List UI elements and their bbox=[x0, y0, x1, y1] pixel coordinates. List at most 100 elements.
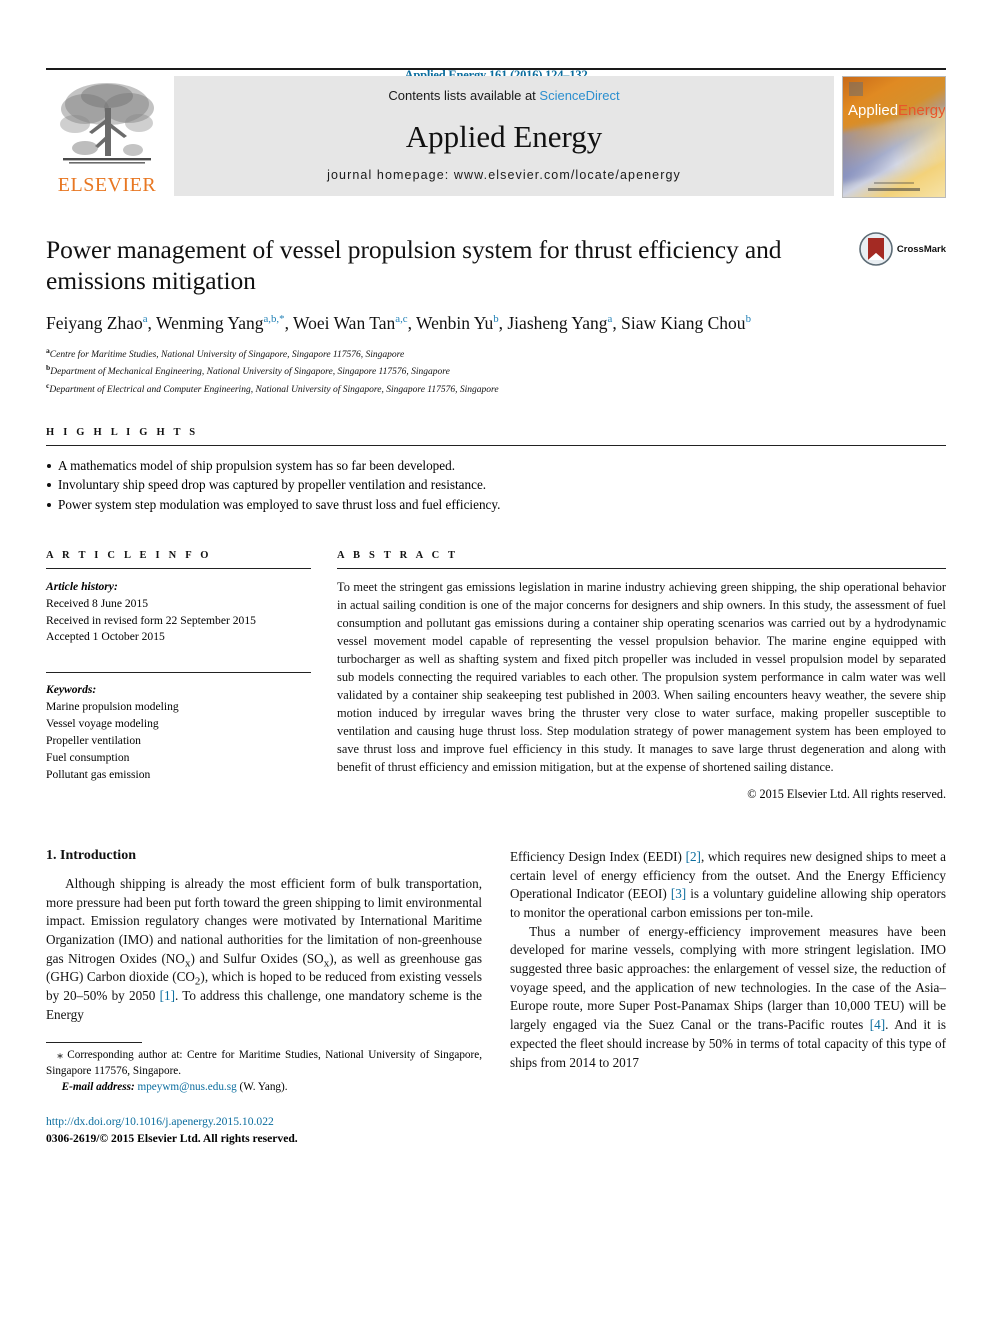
title-block: Power management of vessel propulsion sy… bbox=[46, 196, 946, 397]
keywords-block: Keywords: Marine propulsion modeling Ves… bbox=[46, 681, 311, 783]
footnote-corresponding-text: Corresponding author at: Centre for Mari… bbox=[46, 1049, 482, 1078]
masthead-center-panel: Contents lists available at ScienceDirec… bbox=[174, 76, 834, 196]
affiliation-text: Department of Electrical and Computer En… bbox=[49, 384, 499, 395]
affiliation-text: Department of Mechanical Engineering, Na… bbox=[50, 367, 450, 378]
crossmark-label: CrossMark bbox=[896, 243, 946, 255]
author-affiliation-marks: a,c bbox=[395, 313, 408, 326]
citation-link-4[interactable]: [4] bbox=[870, 1017, 885, 1032]
highlights-heading: H I G H L I G H T S bbox=[46, 427, 199, 439]
author-separator: , bbox=[284, 313, 294, 334]
info-and-abstract: A R T I C L E I N F O Article history: R… bbox=[46, 550, 946, 802]
author-entry: Siaw Kiang Choub bbox=[621, 313, 751, 333]
article-history-item: Received in revised form 22 September 20… bbox=[46, 613, 256, 627]
intro-paragraph-right-2: Thus a number of energy-efficiency impro… bbox=[510, 923, 946, 1072]
journal-title: Applied Energy bbox=[405, 118, 603, 154]
affiliation-list: aCentre for Maritime Studies, National U… bbox=[46, 345, 946, 397]
body-columns: 1. Introduction Although shipping is alr… bbox=[46, 848, 946, 1148]
highlights-divider bbox=[46, 445, 946, 447]
list-item: Power system step modulation was employe… bbox=[46, 495, 946, 514]
email-author: (W. Yang). bbox=[236, 1081, 288, 1094]
intro-left-b: ) and Sulfur Oxides (SO bbox=[190, 950, 324, 966]
article-history: Article history: Received 8 June 2015 Re… bbox=[46, 579, 311, 646]
body-column-left: 1. Introduction Although shipping is alr… bbox=[46, 848, 482, 1148]
elsevier-wordmark: ELSEVIER bbox=[57, 174, 157, 196]
corresponding-author-note: ⁎ Corresponding author at: Centre for Ma… bbox=[46, 1048, 482, 1080]
author-affiliation-marks: a,b,* bbox=[263, 313, 285, 326]
article-history-item: Accepted 1 October 2015 bbox=[46, 630, 165, 644]
author-entry: Jiasheng Yanga, bbox=[507, 313, 621, 333]
cover-footer-bar bbox=[868, 188, 920, 191]
list-item: A mathematics model of ship propulsion s… bbox=[46, 456, 946, 475]
list-item: Involuntary ship speed drop was captured… bbox=[46, 475, 946, 494]
affiliation-item: cDepartment of Electrical and Computer E… bbox=[46, 380, 946, 397]
article-history-item: Received 8 June 2015 bbox=[46, 596, 149, 610]
email-link[interactable]: mpeywm@nus.edu.sg bbox=[138, 1081, 237, 1093]
author-name: Feiyang Zhao bbox=[46, 313, 143, 334]
affiliation-text: Centre for Maritime Studies, National Un… bbox=[49, 350, 405, 360]
journal-homepage-link[interactable]: journal homepage: www.elsevier.com/locat… bbox=[327, 168, 681, 182]
cover-title-second: Energy bbox=[898, 102, 946, 119]
citation-link-1[interactable]: [1] bbox=[160, 988, 175, 1003]
highlights-section: H I G H L I G H T S A mathematics model … bbox=[46, 427, 946, 514]
section-heading-introduction: 1. Introduction bbox=[46, 848, 136, 864]
crossmark-icon bbox=[859, 232, 893, 266]
abstract-section: A B S T R A C T To meet the stringent ga… bbox=[337, 550, 946, 802]
keyword-item: Pollutant gas emission bbox=[46, 768, 151, 782]
issn-copyright-line: 0306-2619/© 2015 Elsevier Ltd. All right… bbox=[46, 1131, 482, 1148]
cover-elsevier-mark-icon bbox=[849, 82, 863, 96]
issn-number: 0306-2619/ bbox=[46, 1132, 100, 1145]
abstract-divider bbox=[337, 568, 946, 570]
author-entry: Feiyang Zhaoa, bbox=[46, 313, 156, 333]
affiliation-item: bDepartment of Mechanical Engineering, N… bbox=[46, 362, 946, 379]
abstract-text: To meet the stringent gas emissions legi… bbox=[337, 580, 946, 775]
citation-link-3[interactable]: [3] bbox=[671, 886, 686, 901]
journal-cover-image: AppliedEnergy bbox=[842, 76, 946, 198]
intro-right2-a: Thus a number of energy-efficiency impro… bbox=[510, 923, 946, 1033]
keywords-divider bbox=[46, 672, 311, 674]
crossmark-badge[interactable]: CrossMark bbox=[859, 232, 946, 266]
author-entry: Wenbin Yub, bbox=[416, 313, 507, 333]
journal-masthead: ELSEVIER Contents lists available at Sci… bbox=[46, 68, 946, 198]
cover-footer-bar-upper bbox=[874, 182, 914, 184]
running-head: Applied Energy 161 (2016) 124–132 bbox=[404, 68, 588, 82]
elsevier-tree-icon bbox=[60, 83, 154, 164]
citation-link-2[interactable]: [2] bbox=[686, 849, 701, 864]
email-note: E-mail address: mpeywm@nus.edu.sg (W. Ya… bbox=[46, 1080, 482, 1096]
intro-left-indent bbox=[46, 876, 65, 891]
contents-lists-line: Contents lists available at ScienceDirec… bbox=[388, 88, 619, 103]
abstract-heading: A B S T R A C T bbox=[337, 550, 459, 562]
email-label: E-mail address: bbox=[61, 1081, 135, 1094]
footer-doi-block: http://dx.doi.org/10.1016/j.apenergy.201… bbox=[46, 1114, 482, 1148]
keyword-item: Marine propulsion modeling bbox=[46, 700, 179, 714]
footnote-indent bbox=[46, 1049, 57, 1061]
intro-right-a: Efficiency Design Index (EEDI) bbox=[510, 849, 686, 865]
contents-lists-prefix: Contents lists available at bbox=[388, 88, 540, 103]
author-name: Wenbin Yu bbox=[416, 313, 494, 334]
page-title: Power management of vessel propulsion sy… bbox=[46, 235, 782, 296]
author-affiliation-marks: b bbox=[745, 313, 751, 326]
keyword-item: Vessel voyage modeling bbox=[46, 717, 159, 731]
cover-title-first: Applied bbox=[848, 102, 899, 119]
sciencedirect-link[interactable]: ScienceDirect bbox=[539, 88, 619, 103]
author-entry: Wenming Yanga,b,*, bbox=[156, 313, 293, 333]
doi-link[interactable]: http://dx.doi.org/10.1016/j.apenergy.201… bbox=[46, 1114, 482, 1131]
author-list: Feiyang Zhaoa, Wenming Yanga,b,*, Woei W… bbox=[46, 312, 946, 336]
cover-title: AppliedEnergy bbox=[848, 102, 946, 119]
copyright-notice: © 2015 Elsevier Ltd. All rights reserved… bbox=[747, 787, 946, 802]
footnote-block: ⁎ Corresponding author at: Centre for Ma… bbox=[46, 1042, 482, 1096]
body-column-right: Efficiency Design Index (EEDI) [2], whic… bbox=[510, 848, 946, 1148]
affiliation-item: aCentre for Maritime Studies, National U… bbox=[46, 345, 946, 362]
author-name: Jiasheng Yang bbox=[507, 313, 608, 334]
highlights-list: A mathematics model of ship propulsion s… bbox=[46, 456, 946, 514]
footnote-divider bbox=[46, 1042, 142, 1044]
article-info-heading: A R T I C L E I N F O bbox=[46, 550, 212, 562]
keyword-item: Propeller ventilation bbox=[46, 734, 141, 748]
keywords-label: Keywords: bbox=[46, 683, 97, 697]
article-info-divider bbox=[46, 568, 311, 570]
author-separator: , bbox=[612, 313, 622, 334]
author-separator: , bbox=[147, 313, 156, 334]
intro-paragraph-left: Although shipping is already the most ef… bbox=[46, 875, 482, 1024]
intro-paragraph-right-1: Efficiency Design Index (EEDI) [2], whic… bbox=[510, 848, 946, 923]
elsevier-logo: ELSEVIER bbox=[46, 76, 168, 196]
keyword-item: Fuel consumption bbox=[46, 751, 130, 765]
